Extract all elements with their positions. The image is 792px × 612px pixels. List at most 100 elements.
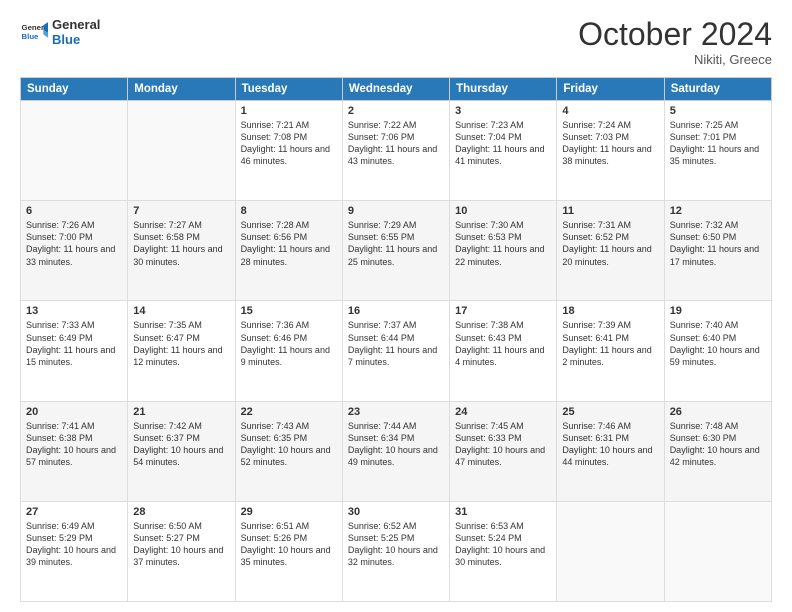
day-number-17: 17	[455, 305, 551, 317]
day-info-11: Sunrise: 7:31 AMSunset: 6:52 PMDaylight:…	[562, 219, 658, 268]
week-row-3: 20Sunrise: 7:41 AMSunset: 6:38 PMDayligh…	[21, 401, 772, 501]
logo-blue: Blue	[52, 33, 100, 48]
cell-0-0	[21, 101, 128, 201]
day-number-3: 3	[455, 105, 551, 117]
weekday-header-row: Sunday Monday Tuesday Wednesday Thursday…	[21, 78, 772, 101]
header-monday: Monday	[128, 78, 235, 101]
day-info-5: Sunrise: 7:25 AMSunset: 7:01 PMDaylight:…	[670, 119, 766, 168]
week-row-2: 13Sunrise: 7:33 AMSunset: 6:49 PMDayligh…	[21, 301, 772, 401]
day-number-11: 11	[562, 205, 658, 217]
day-number-24: 24	[455, 406, 551, 418]
day-info-24: Sunrise: 7:45 AMSunset: 6:33 PMDaylight:…	[455, 420, 551, 469]
day-info-9: Sunrise: 7:29 AMSunset: 6:55 PMDaylight:…	[348, 219, 444, 268]
title-block: October 2024 Nikiti, Greece	[578, 18, 772, 67]
day-info-16: Sunrise: 7:37 AMSunset: 6:44 PMDaylight:…	[348, 319, 444, 368]
day-number-25: 25	[562, 406, 658, 418]
day-number-15: 15	[241, 305, 337, 317]
day-number-12: 12	[670, 205, 766, 217]
day-info-25: Sunrise: 7:46 AMSunset: 6:31 PMDaylight:…	[562, 420, 658, 469]
cell-1-6: 12Sunrise: 7:32 AMSunset: 6:50 PMDayligh…	[664, 201, 771, 301]
cell-1-1: 7Sunrise: 7:27 AMSunset: 6:58 PMDaylight…	[128, 201, 235, 301]
header: General Blue General Blue October 2024 N…	[20, 18, 772, 67]
cell-2-3: 16Sunrise: 7:37 AMSunset: 6:44 PMDayligh…	[342, 301, 449, 401]
page: General Blue General Blue October 2024 N…	[0, 0, 792, 612]
day-number-19: 19	[670, 305, 766, 317]
week-row-4: 27 Sunrise: 6:49 AMSunset: 5:29 PMDayligh…	[21, 501, 772, 601]
day-number-29: 29	[241, 506, 337, 518]
day-info-6: Sunrise: 7:26 AMSunset: 7:00 PMDaylight:…	[26, 219, 122, 268]
day-info-20: Sunrise: 7:41 AMSunset: 6:38 PMDaylight:…	[26, 420, 122, 469]
cell-1-5: 11 Sunrise: 7:31 AMSunset: 6:52 PMDayligh…	[557, 201, 664, 301]
day-info-31: Sunrise: 6:53 AMSunset: 5:24 PMDaylight:…	[455, 520, 551, 569]
day-info-3: Sunrise: 7:23 AMSunset: 7:04 PMDaylight:…	[455, 119, 551, 168]
cell-4-6	[664, 501, 771, 601]
cell-3-1: 21 Sunrise: 7:42 AMSunset: 6:37 PMDayligh…	[128, 401, 235, 501]
day-info-26: Sunrise: 7:48 AMSunset: 6:30 PMDaylight:…	[670, 420, 766, 469]
day-info-13: Sunrise: 7:33 AMSunset: 6:49 PMDaylight:…	[26, 319, 122, 368]
day-number-2: 2	[348, 105, 444, 117]
day-number-18: 18	[562, 305, 658, 317]
day-info-14: Sunrise: 7:35 AMSunset: 6:47 PMDaylight:…	[133, 319, 229, 368]
svg-text:Blue: Blue	[22, 32, 40, 41]
cell-3-6: 26Sunrise: 7:48 AMSunset: 6:30 PMDayligh…	[664, 401, 771, 501]
cell-3-0: 20Sunrise: 7:41 AMSunset: 6:38 PMDayligh…	[21, 401, 128, 501]
month-title: October 2024	[578, 18, 772, 50]
cell-1-4: 10Sunrise: 7:30 AMSunset: 6:53 PMDayligh…	[450, 201, 557, 301]
cell-4-5	[557, 501, 664, 601]
day-number-1: 1	[241, 105, 337, 117]
day-info-21: Sunrise: 7:42 AMSunset: 6:37 PMDaylight:…	[133, 420, 229, 469]
cell-4-0: 27 Sunrise: 6:49 AMSunset: 5:29 PMDayligh…	[21, 501, 128, 601]
cell-1-0: 6Sunrise: 7:26 AMSunset: 7:00 PMDaylight…	[21, 201, 128, 301]
day-number-27: 27	[26, 506, 122, 518]
cell-1-2: 8 Sunrise: 7:28 AMSunset: 6:56 PMDaylight…	[235, 201, 342, 301]
cell-3-2: 22Sunrise: 7:43 AMSunset: 6:35 PMDayligh…	[235, 401, 342, 501]
week-row-0: 1 Sunrise: 7:21 AMSunset: 7:08 PMDaylight…	[21, 101, 772, 201]
logo-icon: General Blue	[20, 19, 48, 47]
cell-0-6: 5 Sunrise: 7:25 AMSunset: 7:01 PMDaylight…	[664, 101, 771, 201]
logo-general: General	[52, 18, 100, 33]
day-info-28: Sunrise: 6:50 AMSunset: 5:27 PMDaylight:…	[133, 520, 229, 569]
header-saturday: Saturday	[664, 78, 771, 101]
cell-3-3: 23Sunrise: 7:44 AMSunset: 6:34 PMDayligh…	[342, 401, 449, 501]
day-number-5: 5	[670, 105, 766, 117]
day-info-2: Sunrise: 7:22 AMSunset: 7:06 PMDaylight:…	[348, 119, 444, 168]
cell-4-2: 29 Sunrise: 6:51 AMSunset: 5:26 PMDayligh…	[235, 501, 342, 601]
day-number-30: 30	[348, 506, 444, 518]
day-number-21: 21	[133, 406, 229, 418]
calendar-table: Sunday Monday Tuesday Wednesday Thursday…	[20, 77, 772, 602]
day-number-8: 8	[241, 205, 337, 217]
cell-0-3: 2 Sunrise: 7:22 AMSunset: 7:06 PMDaylight…	[342, 101, 449, 201]
header-tuesday: Tuesday	[235, 78, 342, 101]
day-number-28: 28	[133, 506, 229, 518]
day-info-15: Sunrise: 7:36 AMSunset: 6:46 PMDaylight:…	[241, 319, 337, 368]
header-wednesday: Wednesday	[342, 78, 449, 101]
day-info-8: Sunrise: 7:28 AMSunset: 6:56 PMDaylight:…	[241, 219, 337, 268]
cell-2-2: 15 Sunrise: 7:36 AMSunset: 6:46 PMDayligh…	[235, 301, 342, 401]
day-info-30: Sunrise: 6:52 AMSunset: 5:25 PMDaylight:…	[348, 520, 444, 569]
day-info-27: Sunrise: 6:49 AMSunset: 5:29 PMDaylight:…	[26, 520, 122, 569]
cell-0-5: 4 Sunrise: 7:24 AMSunset: 7:03 PMDaylight…	[557, 101, 664, 201]
cell-4-3: 30 Sunrise: 6:52 AMSunset: 5:25 PMDayligh…	[342, 501, 449, 601]
day-info-22: Sunrise: 7:43 AMSunset: 6:35 PMDaylight:…	[241, 420, 337, 469]
cell-4-4: 31Sunrise: 6:53 AMSunset: 5:24 PMDayligh…	[450, 501, 557, 601]
cell-3-5: 25 Sunrise: 7:46 AMSunset: 6:31 PMDayligh…	[557, 401, 664, 501]
day-number-7: 7	[133, 205, 229, 217]
day-number-9: 9	[348, 205, 444, 217]
location: Nikiti, Greece	[578, 52, 772, 67]
day-info-1: Sunrise: 7:21 AMSunset: 7:08 PMDaylight:…	[241, 119, 337, 168]
cell-4-1: 28 Sunrise: 6:50 AMSunset: 5:27 PMDayligh…	[128, 501, 235, 601]
cell-2-6: 19 Sunrise: 7:40 AMSunset: 6:40 PMDayligh…	[664, 301, 771, 401]
day-number-23: 23	[348, 406, 444, 418]
cell-2-4: 17Sunrise: 7:38 AMSunset: 6:43 PMDayligh…	[450, 301, 557, 401]
day-info-4: Sunrise: 7:24 AMSunset: 7:03 PMDaylight:…	[562, 119, 658, 168]
week-row-1: 6Sunrise: 7:26 AMSunset: 7:00 PMDaylight…	[21, 201, 772, 301]
cell-0-2: 1 Sunrise: 7:21 AMSunset: 7:08 PMDaylight…	[235, 101, 342, 201]
day-number-4: 4	[562, 105, 658, 117]
day-number-14: 14	[133, 305, 229, 317]
cell-0-1	[128, 101, 235, 201]
day-info-19: Sunrise: 7:40 AMSunset: 6:40 PMDaylight:…	[670, 319, 766, 368]
cell-2-5: 18Sunrise: 7:39 AMSunset: 6:41 PMDayligh…	[557, 301, 664, 401]
header-thursday: Thursday	[450, 78, 557, 101]
cell-0-4: 3 Sunrise: 7:23 AMSunset: 7:04 PMDaylight…	[450, 101, 557, 201]
day-info-29: Sunrise: 6:51 AMSunset: 5:26 PMDaylight:…	[241, 520, 337, 569]
